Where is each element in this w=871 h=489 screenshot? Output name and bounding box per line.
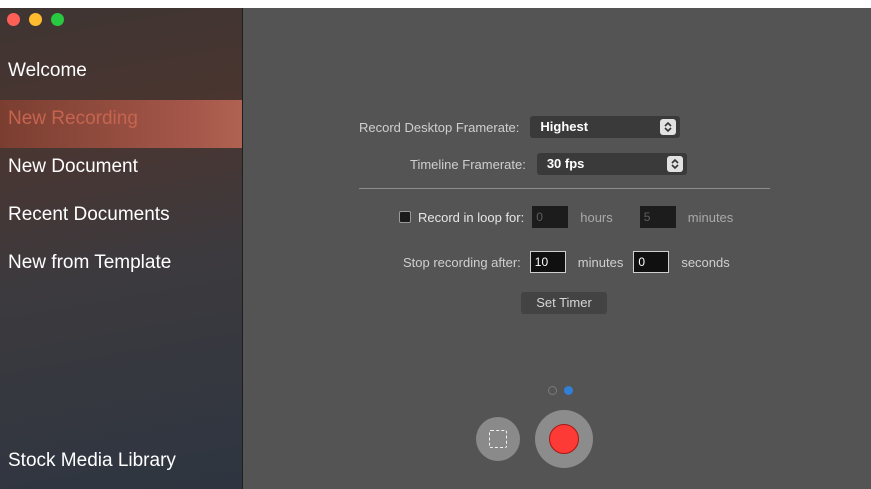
- page-indicator: [548, 386, 573, 395]
- record-button[interactable]: [535, 410, 593, 468]
- hours-unit-label: hours: [580, 209, 613, 225]
- timeline-framerate-row: Timeline Framerate: 30 fps: [410, 153, 687, 175]
- timeline-framerate-value: 30 fps: [546, 156, 585, 171]
- sidebar: Welcome New Recording New Document Recen…: [0, 8, 243, 489]
- timeline-framerate-label: Timeline Framerate:: [410, 156, 526, 172]
- window-controls: [7, 13, 64, 26]
- sidebar-item-recent-documents[interactable]: Recent Documents: [0, 196, 242, 244]
- loop-minutes-input[interactable]: 5: [639, 206, 676, 228]
- page-dot-2[interactable]: [564, 386, 573, 395]
- minimize-window-button[interactable]: [29, 13, 42, 26]
- up-down-chevron-icon: [666, 156, 683, 172]
- up-down-chevron-icon: [660, 119, 677, 135]
- loop-hours-input[interactable]: 0: [532, 206, 569, 228]
- timeline-framerate-select[interactable]: 30 fps: [536, 153, 687, 175]
- desktop-framerate-value: Highest: [540, 119, 589, 134]
- sidebar-item-new-document[interactable]: New Document: [0, 148, 242, 196]
- stop-minutes-input[interactable]: 10: [529, 251, 566, 273]
- sidebar-item-welcome[interactable]: Welcome: [0, 52, 242, 100]
- sidebar-item-new-recording[interactable]: New Recording: [0, 100, 242, 148]
- stop-minutes-unit-label: minutes: [577, 254, 624, 270]
- desktop-framerate-label: Record Desktop Framerate:: [359, 119, 520, 135]
- sidebar-item-new-from-template[interactable]: New from Template: [0, 244, 242, 292]
- stop-seconds-unit-label: seconds: [681, 254, 730, 270]
- record-in-loop-label[interactable]: Record in loop for:: [418, 210, 524, 225]
- close-window-button[interactable]: [7, 13, 20, 26]
- recording-settings-panel: Record Desktop Framerate: Highest Timeli…: [243, 8, 871, 489]
- record-icon: [549, 424, 579, 454]
- sidebar-nav: Welcome New Recording New Document Recen…: [0, 52, 242, 292]
- desktop-framerate-row: Record Desktop Framerate: Highest: [359, 116, 681, 138]
- section-divider: [359, 188, 770, 189]
- set-timer-button[interactable]: Set Timer: [521, 292, 607, 314]
- stop-recording-label: Stop recording after:: [403, 254, 521, 270]
- zoom-window-button[interactable]: [51, 13, 64, 26]
- page-dot-1[interactable]: [548, 386, 557, 395]
- loop-minutes-unit-label: minutes: [687, 209, 734, 225]
- select-area-button[interactable]: [476, 417, 520, 461]
- stop-seconds-input[interactable]: 0: [633, 251, 670, 273]
- dashed-square-icon: [489, 430, 507, 448]
- stop-recording-row: Stop recording after: 10 minutes 0 secon…: [403, 251, 730, 273]
- app-window: Welcome New Recording New Document Recen…: [0, 8, 871, 489]
- desktop-framerate-select[interactable]: Highest: [530, 116, 681, 138]
- loop-row: Record in loop for: 0 hours 5 minutes: [399, 206, 733, 228]
- sidebar-item-stock-media-library[interactable]: Stock Media Library: [8, 450, 176, 472]
- record-in-loop-checkbox[interactable]: [399, 211, 411, 223]
